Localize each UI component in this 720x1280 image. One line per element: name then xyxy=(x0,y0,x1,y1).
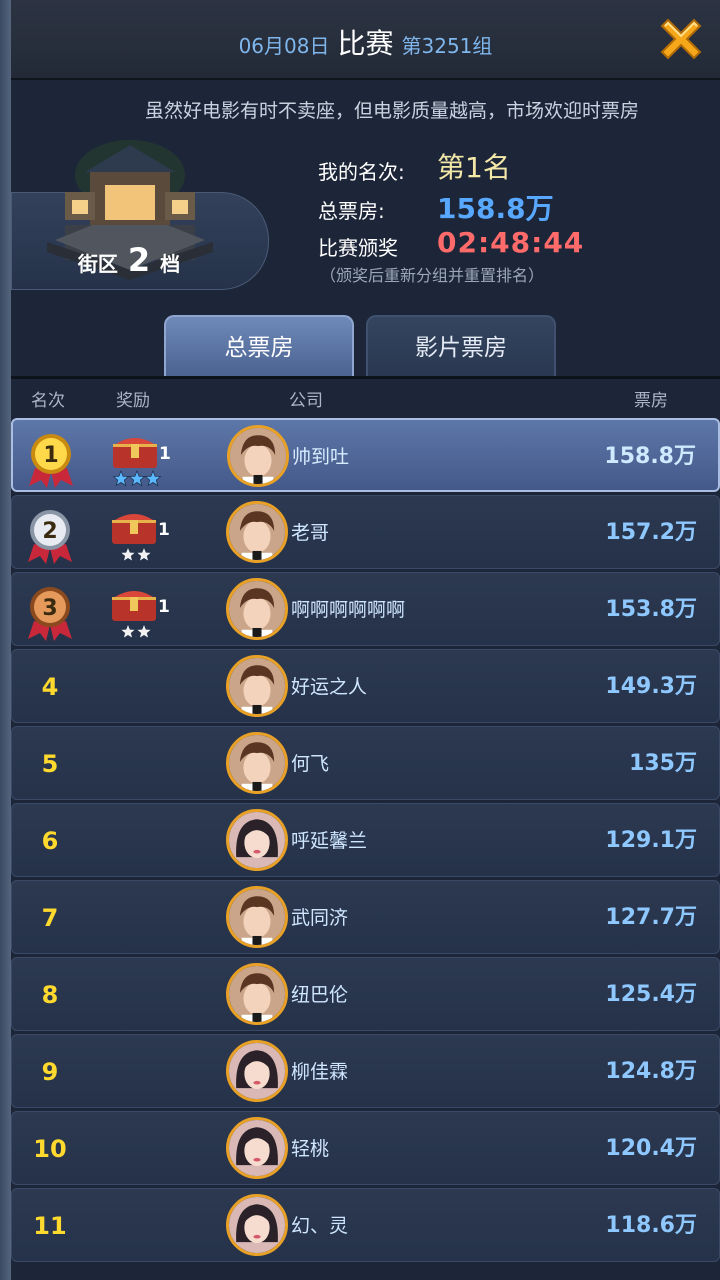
box-office-value: 158.8万 xyxy=(604,444,696,469)
company-name[interactable]: 幻、灵 xyxy=(291,1189,348,1263)
district-level: 2 xyxy=(127,241,151,279)
table-row[interactable]: 10 轻桃 120.4万 xyxy=(11,1111,720,1185)
table-row[interactable]: 5 何飞 135万 xyxy=(11,726,720,800)
avatar[interactable] xyxy=(226,1040,288,1102)
company-name[interactable]: 啊啊啊啊啊啊 xyxy=(291,573,405,647)
reward-count: 1 xyxy=(158,597,170,617)
header-main-title: 比赛 xyxy=(337,27,394,60)
district-level-label: 街区 2 档 xyxy=(45,238,213,282)
rank-number: 9 xyxy=(41,1058,59,1086)
rank-number: 6 xyxy=(41,827,59,855)
rank-number: 10 xyxy=(33,1135,67,1163)
avatar[interactable] xyxy=(227,425,289,487)
reward-count: 1 xyxy=(159,444,171,464)
district-prefix: 街区 xyxy=(77,252,118,276)
table-row[interactable]: 6 呼延馨兰 129.1万 xyxy=(11,803,720,877)
avatar[interactable] xyxy=(226,501,288,563)
avatar[interactable] xyxy=(226,578,288,640)
medal-rank: 3 xyxy=(42,596,57,621)
award-timer: 02:48:44 xyxy=(437,226,585,259)
box-office-value: 127.7万 xyxy=(605,905,697,930)
table-row[interactable]: 4 好运之人 149.3万 xyxy=(11,649,720,723)
table-row[interactable]: 3 1 啊啊啊啊啊啊 153.8万 xyxy=(11,572,720,646)
box-office-value: 118.6万 xyxy=(605,1213,697,1238)
table-row[interactable]: 9 柳佳霖 124.8万 xyxy=(11,1034,720,1108)
star-rating-icon xyxy=(119,546,153,563)
header-bar: 06月08日 比赛 第3251组 xyxy=(11,0,720,80)
box-office-value: 149.3万 xyxy=(605,674,697,699)
treasure-chest-icon[interactable] xyxy=(108,506,160,546)
company-name[interactable]: 轻桃 xyxy=(291,1112,329,1186)
rank-number: 8 xyxy=(41,981,59,1009)
treasure-chest-icon[interactable] xyxy=(109,430,161,470)
header-group: 第3251组 xyxy=(401,34,493,58)
column-box: 票房 xyxy=(634,391,668,411)
medal-icon: 3 xyxy=(28,587,72,641)
close-icon[interactable] xyxy=(654,12,708,66)
column-company: 公司 xyxy=(289,391,323,411)
avatar[interactable] xyxy=(226,1117,288,1179)
box-office-value: 153.8万 xyxy=(605,597,697,622)
company-name[interactable]: 柳佳霖 xyxy=(291,1035,348,1109)
star-rating-icon xyxy=(113,470,161,487)
header-title: 06月08日 比赛 第3251组 xyxy=(11,22,720,62)
company-name[interactable]: 帅到吐 xyxy=(292,420,349,494)
my-rank-label: 我的名次: xyxy=(318,160,405,184)
reset-note: （颁奖后重新分组并重置排名） xyxy=(320,266,545,285)
box-office-value: 135万 xyxy=(629,751,697,776)
left-edge-rail xyxy=(0,0,11,1280)
medal-icon: 1 xyxy=(29,434,73,488)
company-name[interactable]: 纽巴伦 xyxy=(291,958,348,1032)
medal-rank: 2 xyxy=(42,519,57,544)
total-box-value: 158.8万 xyxy=(437,192,554,225)
tab-total-box[interactable]: 总票房 xyxy=(164,315,354,377)
rank-number: 5 xyxy=(41,750,59,778)
box-office-value: 157.2万 xyxy=(605,520,697,545)
award-label: 比赛颁奖 xyxy=(318,236,398,260)
company-name[interactable]: 何飞 xyxy=(291,727,329,801)
company-name[interactable]: 老哥 xyxy=(291,496,329,570)
column-rank: 名次 xyxy=(31,391,65,411)
tip-marquee: 虽然好电影有时不卖座，但电影质量越高，市场欢迎时票房 xyxy=(145,100,640,122)
star-rating-icon xyxy=(119,623,153,640)
column-reward: 奖励 xyxy=(116,391,150,411)
box-office-value: 129.1万 xyxy=(605,828,697,853)
table-row[interactable]: 2 1 老哥 157.2万 xyxy=(11,495,720,569)
box-office-value: 125.4万 xyxy=(605,982,697,1007)
rank-number: 4 xyxy=(41,673,59,701)
box-office-value: 124.8万 xyxy=(605,1059,697,1084)
treasure-chest-icon[interactable] xyxy=(108,583,160,623)
table-row[interactable]: 1 1 帅到吐 158.8万 xyxy=(11,418,720,492)
avatar[interactable] xyxy=(226,963,288,1025)
reward-count: 1 xyxy=(158,520,170,540)
header-date: 06月08日 xyxy=(238,34,330,58)
table-row[interactable]: 7 武同济 127.7万 xyxy=(11,880,720,954)
avatar[interactable] xyxy=(226,1194,288,1256)
avatar[interactable] xyxy=(226,655,288,717)
tab-divider xyxy=(11,376,720,379)
company-name[interactable]: 好运之人 xyxy=(291,650,367,724)
tab-film-box[interactable]: 影片票房 xyxy=(366,315,556,377)
total-box-label: 总票房: xyxy=(318,199,385,223)
table-row[interactable]: 8 纽巴伦 125.4万 xyxy=(11,957,720,1031)
company-name[interactable]: 呼延馨兰 xyxy=(291,804,367,878)
table-row[interactable]: 11 幻、灵 118.6万 xyxy=(11,1188,720,1262)
avatar[interactable] xyxy=(226,809,288,871)
rank-number: 7 xyxy=(41,904,59,932)
district-suffix: 档 xyxy=(160,252,181,276)
company-name[interactable]: 武同济 xyxy=(291,881,348,955)
ranking-list: 1 1 帅到吐 158.8万 2 1 老哥 157.2万 3 1 啊啊啊啊啊啊 153.8万 4 好运之人… xyxy=(11,418,720,1265)
avatar[interactable] xyxy=(226,886,288,948)
rank-number: 11 xyxy=(33,1212,67,1240)
medal-icon: 2 xyxy=(28,510,72,564)
medal-rank: 1 xyxy=(43,443,58,468)
box-office-value: 120.4万 xyxy=(605,1136,697,1161)
my-rank-value: 第1名 xyxy=(437,151,511,184)
avatar[interactable] xyxy=(226,732,288,794)
